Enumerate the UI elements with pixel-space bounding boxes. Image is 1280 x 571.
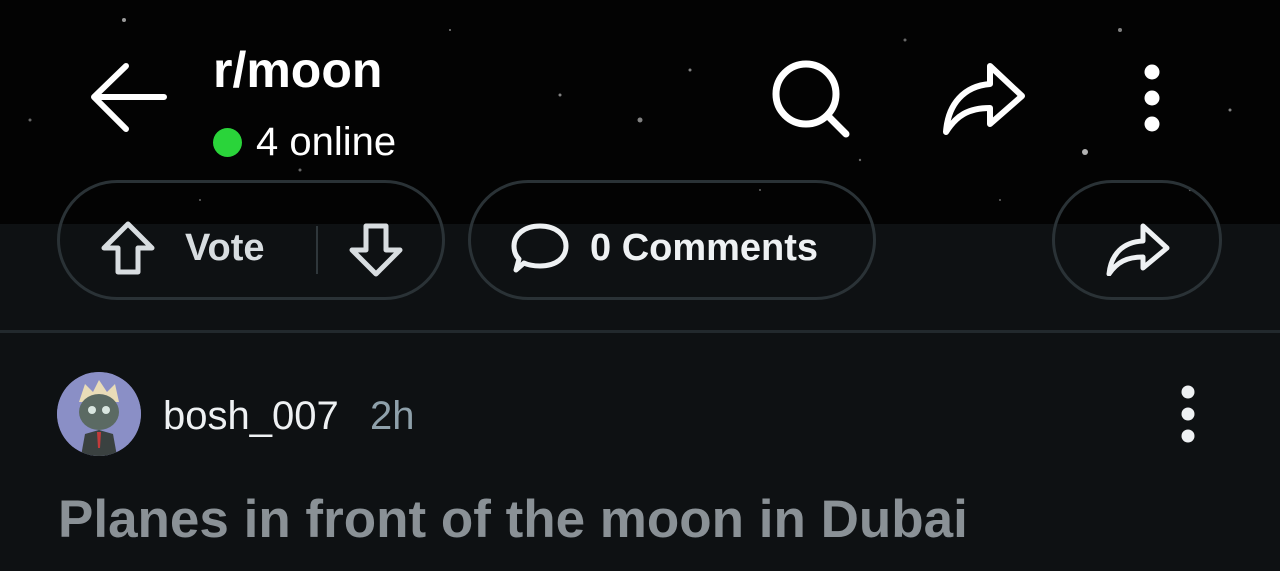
more-vertical-icon xyxy=(1181,385,1195,443)
back-button[interactable] xyxy=(86,58,170,138)
comment-icon xyxy=(510,222,570,274)
more-vertical-icon xyxy=(1144,64,1160,132)
vote-label: Vote xyxy=(185,227,265,269)
downvote-icon xyxy=(349,223,403,277)
post-age: 2h xyxy=(370,394,415,438)
back-arrow-icon xyxy=(91,63,167,132)
post-divider xyxy=(0,330,1280,333)
online-status-dot xyxy=(213,127,242,157)
vote-separator xyxy=(316,226,318,274)
post-more-options-button[interactable] xyxy=(1164,380,1212,450)
online-indicator: 4 online xyxy=(213,118,396,166)
share-button[interactable] xyxy=(938,58,1028,140)
search-icon xyxy=(772,60,850,138)
online-count: 4 online xyxy=(256,119,397,164)
upvote-button[interactable] xyxy=(98,218,158,278)
avatar[interactable] xyxy=(57,372,141,456)
user-avatar-image xyxy=(57,372,141,456)
downvote-button[interactable] xyxy=(346,220,406,280)
search-button[interactable] xyxy=(768,58,854,140)
subreddit-name[interactable]: r/moon xyxy=(213,40,382,100)
post-author[interactable]: bosh_007 xyxy=(163,392,339,440)
comments-count: 0 Comments xyxy=(590,227,819,269)
share-icon xyxy=(1105,222,1171,277)
share-icon xyxy=(943,63,1025,135)
upvote-icon xyxy=(101,221,155,275)
more-options-button[interactable] xyxy=(1128,58,1176,140)
post-title[interactable]: Planes in front of the moon in Dubai xyxy=(58,488,968,552)
